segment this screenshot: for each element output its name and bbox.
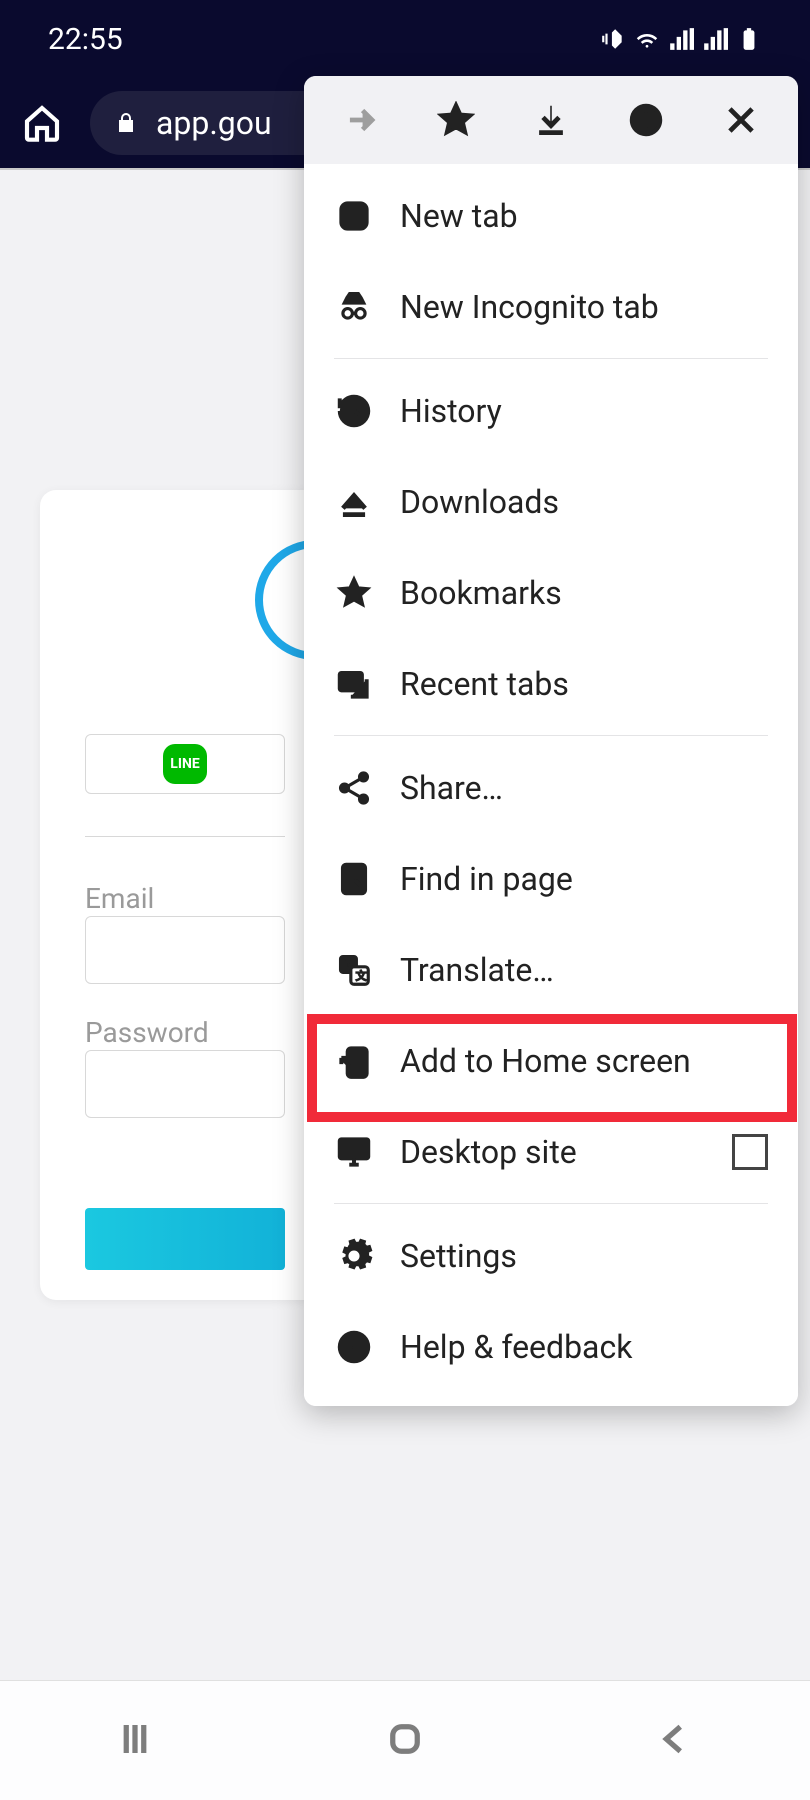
menu-label: Settings	[400, 1237, 768, 1275]
help-icon	[334, 1328, 374, 1366]
new-tab-icon	[334, 197, 374, 235]
menu-item-help[interactable]: Help & feedback	[304, 1301, 798, 1392]
close-button[interactable]	[702, 101, 780, 139]
incognito-icon	[334, 288, 374, 326]
translate-icon: G文	[334, 951, 374, 989]
svg-text:G: G	[345, 958, 353, 971]
desktop-checkbox[interactable]	[732, 1134, 768, 1170]
battery-icon	[736, 26, 762, 52]
android-nav-bar	[0, 1680, 810, 1800]
status-bar: 22:55	[0, 0, 810, 78]
menu-header	[304, 76, 798, 164]
bookmark-button[interactable]	[417, 101, 495, 139]
svg-text:文: 文	[356, 968, 367, 982]
info-button[interactable]	[607, 101, 685, 139]
menu-label: Downloads	[400, 483, 768, 521]
add-home-icon	[334, 1042, 374, 1080]
browser-menu: New tab New Incognito tab History Downlo…	[304, 76, 798, 1406]
menu-label: Share…	[400, 769, 768, 807]
email-input[interactable]	[85, 916, 285, 984]
menu-item-history[interactable]: History	[304, 365, 798, 456]
url-text: app.gou	[156, 104, 272, 142]
recents-button[interactable]	[114, 1718, 156, 1764]
download-button[interactable]	[512, 101, 590, 139]
share-icon	[334, 769, 374, 807]
menu-body: New tab New Incognito tab History Downlo…	[304, 164, 798, 1406]
menu-item-desktop-site[interactable]: Desktop site	[304, 1106, 798, 1197]
menu-item-bookmarks[interactable]: Bookmarks	[304, 547, 798, 638]
signal-icon	[668, 26, 694, 52]
forward-button[interactable]	[322, 101, 400, 139]
menu-label: Recent tabs	[400, 665, 768, 703]
menu-item-settings[interactable]: Settings	[304, 1210, 798, 1301]
menu-separator	[334, 1203, 768, 1204]
home-nav-button[interactable]	[384, 1718, 426, 1764]
signal-icon-2	[702, 26, 728, 52]
menu-label: Bookmarks	[400, 574, 768, 612]
menu-item-new-tab[interactable]: New tab	[304, 170, 798, 261]
menu-label: Find in page	[400, 860, 768, 898]
menu-label: Translate…	[400, 951, 768, 989]
back-button[interactable]	[654, 1718, 696, 1764]
recent-tabs-icon	[334, 665, 374, 703]
menu-item-add-home[interactable]: Add to Home screen	[304, 1015, 798, 1106]
menu-item-downloads[interactable]: Downloads	[304, 456, 798, 547]
menu-separator	[334, 735, 768, 736]
downloads-icon	[334, 483, 374, 521]
menu-item-find[interactable]: Find in page	[304, 833, 798, 924]
history-icon	[334, 392, 374, 430]
status-icons	[600, 26, 762, 52]
line-icon: LINE	[163, 744, 207, 784]
email-label: Email	[85, 882, 154, 915]
submit-button[interactable]	[85, 1208, 285, 1270]
divider	[85, 836, 285, 837]
menu-label: New tab	[400, 197, 768, 235]
home-button[interactable]	[20, 101, 64, 145]
menu-item-incognito[interactable]: New Incognito tab	[304, 261, 798, 352]
menu-label: Help & feedback	[400, 1328, 768, 1366]
menu-item-share[interactable]: Share…	[304, 742, 798, 833]
menu-item-translate[interactable]: G文 Translate…	[304, 924, 798, 1015]
line-login-button[interactable]: LINE	[85, 734, 285, 794]
lock-icon	[114, 111, 138, 135]
vibrate-mute-icon	[600, 26, 626, 52]
menu-separator	[334, 358, 768, 359]
menu-label: Add to Home screen	[400, 1042, 768, 1080]
password-label: Password	[85, 1016, 209, 1049]
desktop-icon	[334, 1133, 374, 1171]
settings-icon	[334, 1237, 374, 1275]
menu-label: Desktop site	[400, 1133, 706, 1171]
wifi-icon	[634, 26, 660, 52]
menu-label: New Incognito tab	[400, 288, 768, 326]
status-time: 22:55	[48, 22, 123, 57]
password-input[interactable]	[85, 1050, 285, 1118]
menu-item-recent-tabs[interactable]: Recent tabs	[304, 638, 798, 729]
menu-label: History	[400, 392, 768, 430]
bookmarks-icon	[334, 574, 374, 612]
find-icon	[334, 860, 374, 898]
